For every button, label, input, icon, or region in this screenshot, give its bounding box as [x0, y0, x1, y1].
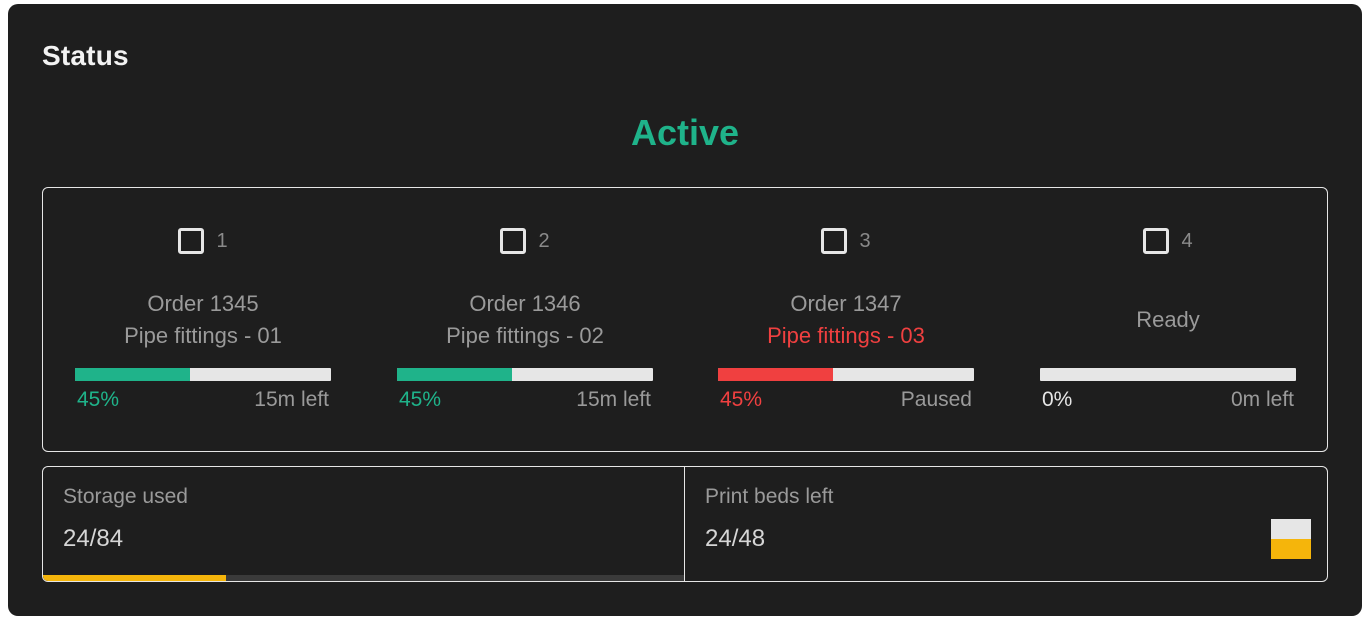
printer-number: 4 — [1181, 229, 1193, 252]
time-remaining: 0m left — [1230, 388, 1294, 411]
part-label: Pipe fittings - 03 — [767, 323, 925, 348]
paused-status: Paused — [900, 388, 972, 411]
progress-bar — [75, 368, 331, 381]
printer-card-2[interactable]: 2 Order 1346 Pipe fittings - 02 45% 15m … — [397, 188, 653, 451]
storage-value: 24/84 — [63, 525, 124, 552]
status-panel: Status Active 1 Order 1345 Pipe fittings… — [8, 4, 1362, 616]
progress-fill — [75, 368, 191, 381]
print-beds-stat: Print beds left 24/48 — [685, 467, 1327, 581]
time-remaining: 15m left — [254, 388, 329, 411]
time-remaining: 15m left — [576, 388, 651, 411]
printer-job: Order 1345 Pipe fittings - 01 — [75, 288, 331, 352]
progress-percent: 45% — [77, 388, 120, 411]
printer-icon — [821, 228, 848, 254]
progress-bar — [1040, 368, 1296, 381]
printers-box: 1 Order 1345 Pipe fittings - 01 45% 15m … — [42, 187, 1328, 452]
print-beds-value: 24/48 — [705, 525, 766, 552]
printer-card-4[interactable]: 4 Ready 0% 0m left — [1040, 188, 1296, 451]
order-label: Order 1346 — [469, 291, 581, 316]
printer-icon — [178, 228, 205, 254]
storage-bar — [43, 575, 684, 581]
printer-state: Ready — [1136, 307, 1200, 332]
progress-fill — [718, 368, 834, 381]
storage-fill — [43, 575, 227, 581]
printer-icon — [1143, 228, 1170, 254]
printer-number: 3 — [859, 229, 871, 252]
progress-bar — [718, 368, 974, 381]
print-beds-gauge-fill — [1271, 539, 1311, 559]
printer-card-1[interactable]: 1 Order 1345 Pipe fittings - 01 45% 15m … — [75, 188, 331, 451]
status-value: Active — [630, 112, 740, 153]
printer-job: Order 1347 Pipe fittings - 03 — [718, 288, 974, 352]
part-label: Pipe fittings - 02 — [446, 323, 604, 348]
progress-fill — [397, 368, 513, 381]
storage-stat: Storage used 24/84 — [43, 467, 685, 581]
stats-box: Storage used 24/84 Print beds left 24/48 — [42, 466, 1328, 582]
print-beds-gauge-icon — [1271, 519, 1311, 559]
printer-card-3[interactable]: 3 Order 1347 Pipe fittings - 03 45% Paus… — [718, 188, 974, 451]
print-beds-label: Print beds left — [705, 485, 834, 508]
storage-label: Storage used — [63, 485, 188, 508]
progress-bar — [397, 368, 653, 381]
panel-title: Status — [42, 40, 129, 71]
progress-percent: 45% — [720, 388, 763, 411]
progress-percent: 0% — [1042, 388, 1073, 411]
order-label: Order 1345 — [147, 291, 259, 316]
printer-number: 1 — [216, 229, 228, 252]
progress-percent: 45% — [399, 388, 442, 411]
printer-job: Order 1346 Pipe fittings - 02 — [397, 288, 653, 352]
part-label: Pipe fittings - 01 — [124, 323, 282, 348]
printer-number: 2 — [538, 229, 550, 252]
printer-icon — [500, 228, 527, 254]
order-label: Order 1347 — [790, 291, 902, 316]
